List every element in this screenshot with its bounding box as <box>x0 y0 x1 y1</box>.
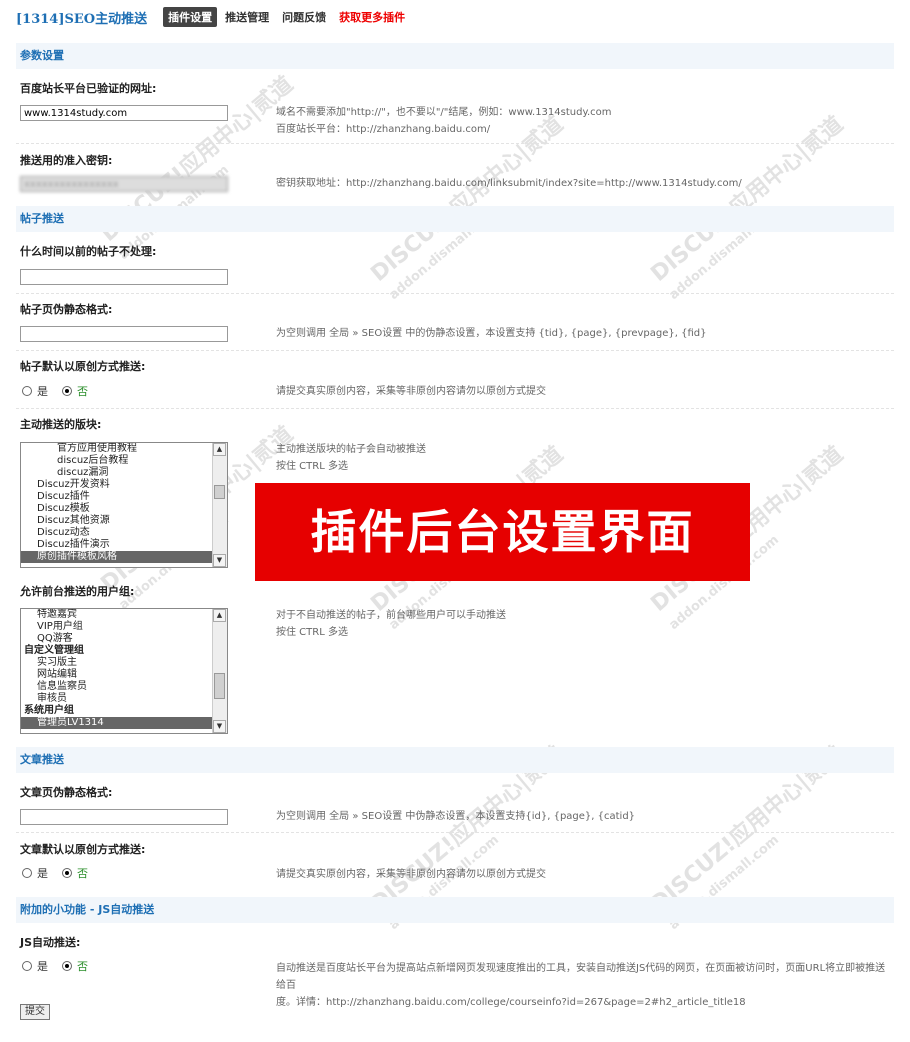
js-push-radios: 是 否 <box>22 958 102 974</box>
js-push-hint-line1: 自动推送是百度站长平台为提高站点新增网页发现速度推出的工具，安装自动推送JS代码… <box>276 963 886 991</box>
scroll-thumb[interactable] <box>214 485 225 499</box>
thread-original-yes-label[interactable]: 是 <box>37 383 48 399</box>
thread-original-hint: 请提交真实原创内容，采集等非原创内容请勿以原创方式提交 <box>276 386 546 397</box>
listbox-option[interactable]: QQ游客 <box>21 633 213 645</box>
thread-original-no-label[interactable]: 否 <box>77 383 88 399</box>
forums-options: 官方应用使用教程 discuz后台教程 discuz漏洞 Discuz开发资料 Disc… <box>21 443 213 567</box>
listbox-option[interactable]: 原创插件模板风格 <box>21 551 213 563</box>
listbox-option[interactable]: 实习版主 <box>21 657 213 669</box>
thread-rewrite-input[interactable] <box>20 326 228 342</box>
js-push-yes-radio[interactable] <box>22 961 32 971</box>
groups-hint: 对于不自动推送的帖子，前台哪些用户可以手动推送 按住 CTRL 多选 <box>276 607 506 641</box>
divider <box>16 408 894 409</box>
forums-label: 主动推送的版块: <box>20 418 102 431</box>
article-original-label: 文章默认以原创方式推送: <box>20 843 146 856</box>
tab-plugin-settings[interactable]: 插件设置 <box>163 7 218 27</box>
article-original-radios: 是 否 <box>22 865 102 881</box>
thread-time-input[interactable] <box>20 269 228 285</box>
site-url-input[interactable] <box>20 105 228 121</box>
thread-time-label: 什么时间以前的帖子不处理: <box>20 245 157 258</box>
forums-hint-line1: 主动推送版块的帖子会自动被推送 <box>276 444 426 455</box>
article-original-yes-label[interactable]: 是 <box>37 865 48 881</box>
forums-hint-line2: 按住 CTRL 多选 <box>276 461 348 472</box>
listbox-option[interactable]: 特邀嘉宾 <box>21 609 213 621</box>
listbox-option[interactable]: 自定义管理组 <box>21 645 213 657</box>
top-bar: [1314]SEO主动推送 插件设置 推送管理 问题反馈 获取更多插件 <box>16 7 413 27</box>
token-input[interactable] <box>20 176 228 192</box>
forums-scrollbar[interactable]: ▲ ▼ <box>212 443 227 567</box>
listbox-option[interactable]: 信息监察员 <box>21 681 213 693</box>
listbox-option[interactable]: Discuz插件 <box>21 491 213 503</box>
tab-push-management[interactable]: 推送管理 <box>220 7 274 27</box>
listbox-option[interactable]: discuz后台教程 <box>21 455 213 467</box>
section-params: 参数设置 <box>16 43 894 69</box>
groups-hint-line2: 按住 CTRL 多选 <box>276 627 348 638</box>
article-original-yes-radio[interactable] <box>22 868 32 878</box>
groups-hint-line1: 对于不自动推送的帖子，前台哪些用户可以手动推送 <box>276 610 506 621</box>
divider <box>16 293 894 294</box>
tab-more-plugins[interactable]: 获取更多插件 <box>334 7 410 27</box>
listbox-option[interactable]: 管理员LV1314 <box>21 717 213 729</box>
groups-scrollbar[interactable]: ▲ ▼ <box>212 609 227 733</box>
article-original-hint: 请提交真实原创内容，采集等非原创内容请勿以原创方式提交 <box>276 869 546 880</box>
js-push-label: JS自动推送: <box>20 936 81 949</box>
site-url-hint-line2: 百度站长平台：http://zhanzhang.baidu.com/ <box>276 124 491 135</box>
article-original-no-radio[interactable] <box>62 868 72 878</box>
site-url-hint: 域名不需要添加"http://"，也不要以"/"结尾，例如：www.1314st… <box>276 104 612 138</box>
scroll-up-icon[interactable]: ▲ <box>213 443 226 456</box>
thread-rewrite-label: 帖子页伪静态格式: <box>20 303 113 316</box>
listbox-option[interactable]: VIP用户组 <box>21 621 213 633</box>
thread-original-no-radio[interactable] <box>62 386 72 396</box>
js-push-no-label[interactable]: 否 <box>77 958 88 974</box>
token-hint: 密钥获取地址：http://zhanzhang.baidu.com/linksu… <box>276 178 742 189</box>
thread-original-radios: 是 否 <box>22 383 102 399</box>
groups-listbox[interactable]: 特邀嘉宾 VIP用户组 QQ游客 自定义管理组 实习版主 网站编辑 信息监察员 审核员 系统用户… <box>20 608 228 734</box>
article-rewrite-label: 文章页伪静态格式: <box>20 786 113 799</box>
article-rewrite-input[interactable] <box>20 809 228 825</box>
overlay-banner: 插件后台设置界面 <box>255 483 750 581</box>
forums-listbox[interactable]: 官方应用使用教程 discuz后台教程 discuz漏洞 Discuz开发资料 Disc… <box>20 442 228 568</box>
listbox-option[interactable]: 审核员 <box>21 693 213 705</box>
thread-original-yes-radio[interactable] <box>22 386 32 396</box>
article-rewrite-hint: 为空则调用 全局 » SEO设置 中伪静态设置，本设置支持{id}, {page… <box>276 811 636 822</box>
listbox-option[interactable]: 系统用户组 <box>21 705 213 717</box>
listbox-option[interactable]: Discuz开发资料 <box>21 479 213 491</box>
scroll-down-icon[interactable]: ▼ <box>213 720 226 733</box>
divider <box>16 832 894 833</box>
thread-original-label: 帖子默认以原创方式推送: <box>20 360 146 373</box>
listbox-option[interactable]: 官方应用使用教程 <box>21 443 213 455</box>
groups-options: 特邀嘉宾 VIP用户组 QQ游客 自定义管理组 实习版主 网站编辑 信息监察员 审核员 系统用户… <box>21 609 213 733</box>
site-url-label: 百度站长平台已验证的网址: <box>20 82 157 95</box>
listbox-option[interactable]: Discuz动态 <box>21 527 213 539</box>
site-url-hint-line1: 域名不需要添加"http://"，也不要以"/"结尾，例如：www.1314st… <box>276 107 612 118</box>
thread-rewrite-hint: 为空则调用 全局 » SEO设置 中的伪静态设置，本设置支持 {tid}, {p… <box>276 328 707 339</box>
scroll-up-icon[interactable]: ▲ <box>213 609 226 622</box>
groups-label: 允许前台推送的用户组: <box>20 585 135 598</box>
listbox-option[interactable]: Discuz其他资源 <box>21 515 213 527</box>
js-push-yes-label[interactable]: 是 <box>37 958 48 974</box>
scroll-down-icon[interactable]: ▼ <box>213 554 226 567</box>
divider <box>16 143 894 144</box>
js-push-hint: 自动推送是百度站长平台为提高站点新增网页发现速度推出的工具，安装自动推送JS代码… <box>276 960 891 1011</box>
tab-feedback[interactable]: 问题反馈 <box>277 7 331 27</box>
listbox-option[interactable]: 网站编辑 <box>21 669 213 681</box>
article-original-no-label[interactable]: 否 <box>77 865 88 881</box>
app-title: [1314]SEO主动推送 <box>16 11 148 27</box>
listbox-option[interactable]: discuz漏洞 <box>21 467 213 479</box>
listbox-option[interactable]: Discuz模板 <box>21 503 213 515</box>
forums-hint: 主动推送版块的帖子会自动被推送 按住 CTRL 多选 <box>276 441 426 475</box>
section-thread: 帖子推送 <box>16 206 894 232</box>
scroll-thumb[interactable] <box>214 673 225 699</box>
token-label: 推送用的准入密钥: <box>20 154 113 167</box>
js-push-hint-line2: 度。详情：http://zhanzhang.baidu.com/college/… <box>276 997 746 1008</box>
js-push-no-radio[interactable] <box>62 961 72 971</box>
divider <box>16 350 894 351</box>
listbox-option[interactable]: Discuz插件演示 <box>21 539 213 551</box>
section-article: 文章推送 <box>16 747 894 773</box>
submit-button[interactable]: 提交 <box>20 1004 50 1020</box>
section-extra: 附加的小功能 - JS自动推送 <box>16 897 894 923</box>
